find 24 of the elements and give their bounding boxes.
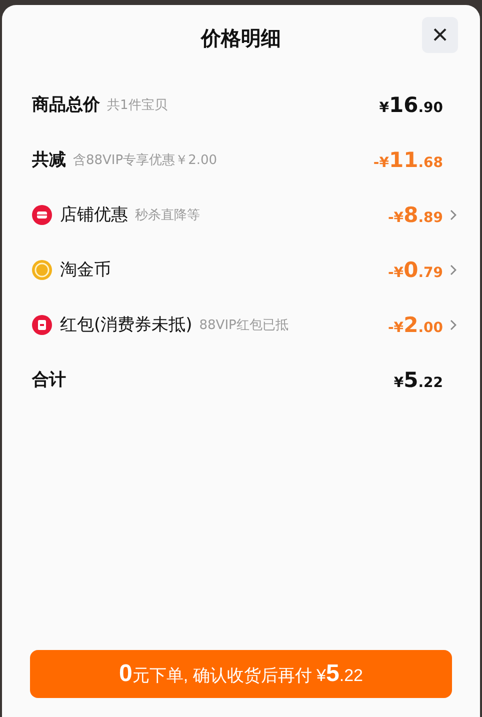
row-label: 商品总价 bbox=[32, 94, 100, 116]
row-label: 合计 bbox=[32, 369, 66, 391]
chevron-right-icon[interactable] bbox=[449, 208, 457, 220]
coin-icon bbox=[32, 260, 52, 280]
row-label: 红包(消费券未抵) bbox=[60, 314, 192, 336]
row-note: 共1件宝贝 bbox=[107, 96, 168, 114]
amount: ¥16.90 bbox=[379, 92, 443, 116]
amount: -¥0.79 bbox=[388, 258, 443, 282]
row-label: 共减 bbox=[32, 149, 66, 171]
row-label: 淘金币 bbox=[60, 259, 111, 281]
chevron-right-icon[interactable] bbox=[449, 318, 457, 330]
close-button[interactable]: × bbox=[422, 17, 458, 53]
row-note: 秒杀直降等 bbox=[135, 206, 200, 224]
envelope-icon bbox=[32, 314, 52, 334]
row-note: 88VIP红包已抵 bbox=[199, 316, 288, 334]
amount: -¥11.68 bbox=[373, 148, 443, 172]
chevron-right-icon[interactable] bbox=[449, 264, 457, 276]
amount: -¥2.00 bbox=[388, 312, 443, 336]
row-note: 含88VIP专享优惠￥2.00 bbox=[73, 152, 218, 168]
row-label: 店铺优惠 bbox=[60, 204, 128, 226]
sheet-title: 价格明细 bbox=[201, 24, 281, 52]
amount: -¥8.89 bbox=[388, 202, 443, 226]
amount: ¥5.22 bbox=[394, 368, 443, 392]
shop-icon bbox=[32, 204, 52, 224]
